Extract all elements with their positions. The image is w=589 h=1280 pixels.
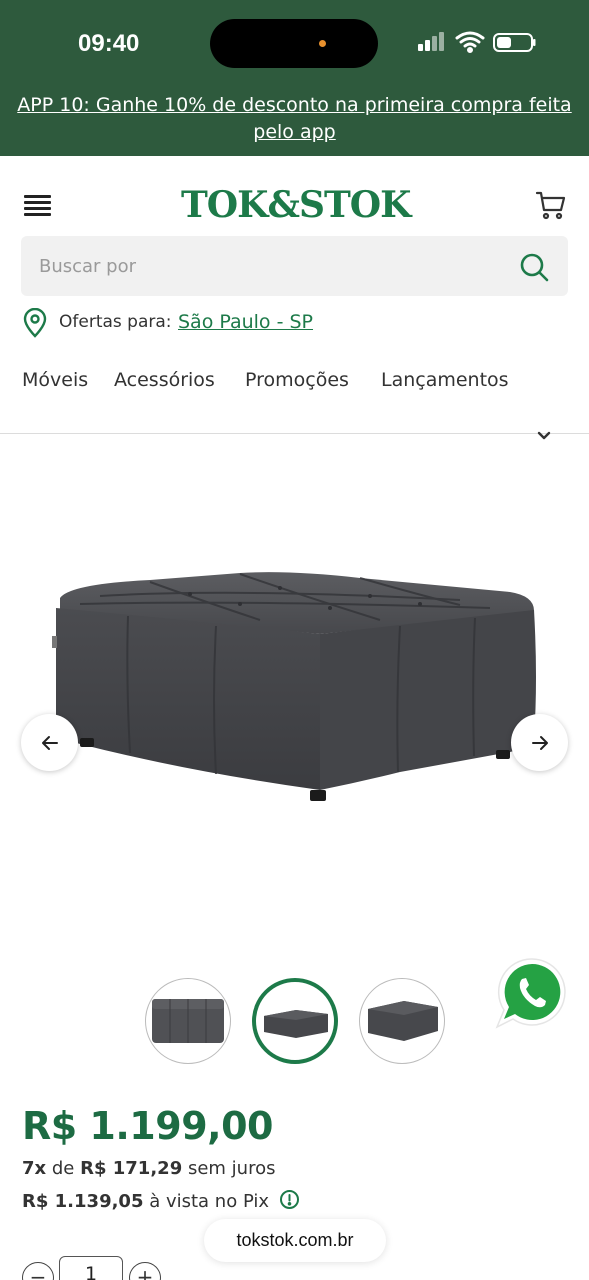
promo-banner[interactable]: APP 10: Ganhe 10% de desconto na primeir…: [0, 92, 589, 146]
nav-item-acessorios[interactable]: Acessórios: [114, 369, 215, 391]
product-price: R$ 1.199,00: [22, 1104, 273, 1148]
status-icons: [418, 31, 536, 53]
category-nav: Móveis Acessórios Promoções Lançamentos: [0, 369, 589, 399]
thumbnail-2-image: [264, 1010, 328, 1038]
thumbnail-1-image: [152, 999, 224, 1043]
quantity-input[interactable]: 1: [59, 1256, 123, 1280]
cellular-signal-icon: [418, 32, 444, 51]
cart-icon[interactable]: [535, 190, 567, 222]
nav-item-lancamentos[interactable]: Lançamentos: [381, 369, 509, 391]
installments-suffix: sem juros: [187, 1158, 276, 1179]
product-image: [52, 572, 536, 801]
installments-connector: de: [51, 1158, 75, 1179]
search-input[interactable]: [21, 236, 501, 296]
chevron-down-icon[interactable]: [536, 430, 552, 442]
whatsapp-icon[interactable]: [495, 955, 569, 1029]
pix-amount: R$ 1.139,05: [22, 1191, 144, 1212]
brand-logo[interactable]: TOK&STOK: [181, 183, 411, 227]
arrow-right-icon: [531, 735, 548, 750]
prev-image-button[interactable]: [21, 714, 78, 771]
search-bar: [21, 236, 568, 296]
battery-icon: [493, 33, 536, 52]
hamburger-menu-icon[interactable]: [24, 195, 52, 217]
top-band: 09:40 APP 10: Ganhe 10% de desconto na p…: [0, 0, 589, 156]
location-pin-icon: [23, 308, 47, 338]
pix-info: R$ 1.139,05 à vista no Pix: [22, 1189, 300, 1212]
browser-url-bar[interactable]: tokstok.com.br: [204, 1219, 386, 1262]
quantity-increase-button[interactable]: +: [129, 1262, 161, 1280]
quantity-decrease-button[interactable]: −: [22, 1262, 54, 1280]
thumbnail-2[interactable]: [252, 978, 338, 1064]
next-image-button[interactable]: [511, 714, 568, 771]
installments-amount: R$ 171,29: [80, 1158, 183, 1179]
installments-info: 7x de R$ 171,29 sem juros: [22, 1158, 275, 1179]
arrow-left-icon: [41, 735, 58, 750]
dynamic-island: [210, 19, 378, 68]
recording-dot-icon: [319, 40, 326, 47]
info-icon[interactable]: [279, 1189, 300, 1210]
thumbnail-3[interactable]: [359, 978, 445, 1064]
thumbnail-3-image: [368, 1001, 438, 1041]
installments-count: 7x: [22, 1158, 47, 1179]
nav-divider: [0, 433, 589, 434]
nav-item-moveis[interactable]: Móveis: [22, 369, 88, 391]
nav-item-promocoes[interactable]: Promoções: [245, 369, 349, 391]
thumbnail-1[interactable]: [145, 978, 231, 1064]
location-label: Ofertas para:: [59, 312, 172, 332]
pix-suffix: à vista no Pix: [149, 1191, 270, 1212]
location-city-link[interactable]: São Paulo - SP: [178, 311, 313, 333]
wifi-icon: [455, 31, 485, 53]
status-time: 09:40: [78, 30, 140, 57]
search-icon[interactable]: [519, 252, 549, 282]
